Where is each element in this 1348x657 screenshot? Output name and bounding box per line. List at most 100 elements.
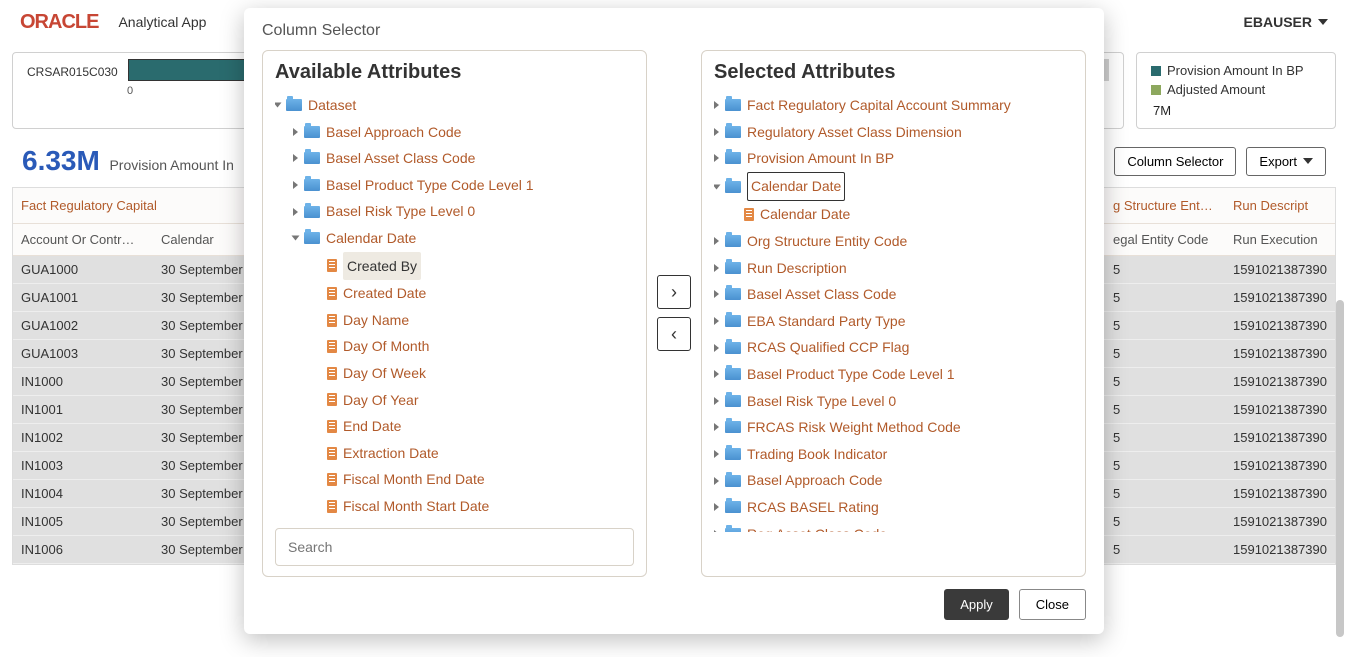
table-cell: IN1003 xyxy=(13,452,153,480)
tree-node[interactable]: EBA Standard Party Type xyxy=(714,308,1073,335)
folder-icon xyxy=(725,528,741,532)
folder-icon xyxy=(725,235,741,247)
table-cell: 1591021387390 xyxy=(1225,256,1335,284)
tree-node[interactable]: FRCAS Risk Weight Method Code xyxy=(714,414,1073,441)
selected-panel: Selected Attributes Fact Regulatory Capi… xyxy=(701,50,1086,577)
move-left-button[interactable]: ‹ xyxy=(657,317,691,351)
tree-node[interactable]: Basel Risk Type Level 0 xyxy=(714,388,1073,415)
table-cell: GUA1002 xyxy=(13,312,153,340)
tree-label: Basel Asset Class Code xyxy=(747,281,896,308)
column-selector-button[interactable]: Column Selector xyxy=(1114,147,1236,176)
tree-label: Basel Risk Type Level 0 xyxy=(326,198,475,225)
tree-node[interactable]: Dataset xyxy=(275,92,634,119)
table-cell: GUA1003 xyxy=(13,340,153,368)
tree-label: Basel Approach Code xyxy=(326,119,461,146)
tree-label: Basel Product Type Code Level 1 xyxy=(747,361,955,388)
close-button[interactable]: Close xyxy=(1019,589,1086,620)
chart-legend: Provision Amount In BP Adjusted Amount 7… xyxy=(1136,52,1336,129)
tree-node[interactable]: Created By xyxy=(275,252,634,281)
table-cell: 5 xyxy=(1105,256,1225,284)
tree-label: Created Date xyxy=(343,280,426,307)
caret-closed-icon xyxy=(714,101,719,109)
bar-row-label: CRSAR015C030 xyxy=(27,65,118,79)
tree-node[interactable]: Basel Approach Code xyxy=(275,119,634,146)
caret-closed-icon xyxy=(714,317,719,325)
table-cell: IN1002 xyxy=(13,424,153,452)
caret-closed-icon xyxy=(714,397,719,405)
table-cell: GUA1000 xyxy=(13,256,153,284)
tree-node[interactable]: Fiscal Month End Date xyxy=(275,466,634,493)
tree-node[interactable]: Run Description xyxy=(714,255,1073,282)
table-cell: 5 xyxy=(1105,396,1225,424)
tree-node[interactable]: Provision Amount In BP xyxy=(714,145,1073,172)
caret-closed-icon xyxy=(293,208,298,216)
tree-node[interactable]: Basel Product Type Code Level 1 xyxy=(275,172,634,199)
caret-closed-icon xyxy=(714,264,719,272)
tree-node[interactable]: Calendar Date xyxy=(714,201,1073,228)
col-header[interactable]: Run Execution xyxy=(1225,224,1335,256)
user-menu[interactable]: EBAUSER xyxy=(1244,14,1328,30)
table-cell: 5 xyxy=(1105,480,1225,508)
tree-node[interactable]: Reg Asset Class Code xyxy=(714,521,1073,533)
folder-icon xyxy=(725,368,741,380)
file-icon xyxy=(327,259,337,272)
tree-label: Fiscal Month Start Date xyxy=(343,493,489,520)
tree-node[interactable]: Basel Approach Code xyxy=(714,467,1073,494)
tree-node[interactable]: Basel Asset Class Code xyxy=(714,281,1073,308)
tree-node[interactable]: Day Of Month xyxy=(275,333,634,360)
col-group-header[interactable]: g Structure Ent… xyxy=(1105,188,1225,224)
caret-open-icon xyxy=(275,103,282,108)
export-button[interactable]: Export xyxy=(1246,147,1326,176)
caret-closed-icon xyxy=(714,154,719,162)
table-cell: 5 xyxy=(1105,452,1225,480)
tree-node[interactable]: Day Of Week xyxy=(275,360,634,387)
col-group-header[interactable]: Run Descript xyxy=(1225,188,1335,224)
tree-node[interactable]: Created Date xyxy=(275,280,634,307)
table-cell: IN1004 xyxy=(13,480,153,508)
tree-label: Calendar Date xyxy=(747,172,845,202)
tree-label: FRCAS Risk Weight Method Code xyxy=(747,414,961,441)
tree-node[interactable]: Basel Risk Type Level 0 xyxy=(275,198,634,225)
tree-label: Run Description xyxy=(747,255,847,282)
tree-node[interactable]: Org Structure Entity Code xyxy=(714,228,1073,255)
table-cell: 1591021387390 xyxy=(1225,536,1335,564)
table-cell: 5 xyxy=(1105,508,1225,536)
tree-node[interactable]: Calendar Date xyxy=(714,172,1073,202)
tree-node[interactable]: Trading Book Indicator xyxy=(714,441,1073,468)
tree-label: Day Of Week xyxy=(343,360,426,387)
col-header[interactable]: egal Entity Code xyxy=(1105,224,1225,256)
table-cell: 1591021387390 xyxy=(1225,368,1335,396)
col-header[interactable]: Account Or Contr… xyxy=(13,224,153,256)
table-cell: 5 xyxy=(1105,424,1225,452)
table-cell: 1591021387390 xyxy=(1225,424,1335,452)
file-icon xyxy=(327,500,337,513)
available-title: Available Attributes xyxy=(275,61,634,84)
tree-label: Trading Book Indicator xyxy=(747,441,887,468)
scrollbar[interactable] xyxy=(1336,300,1344,637)
tree-node[interactable]: Basel Asset Class Code xyxy=(275,145,634,172)
folder-icon xyxy=(725,315,741,327)
table-cell: 1591021387390 xyxy=(1225,452,1335,480)
folder-icon xyxy=(725,262,741,274)
tree-node[interactable]: Calendar Date xyxy=(275,225,634,252)
table-cell: IN1005 xyxy=(13,508,153,536)
tree-node[interactable]: Day Of Year xyxy=(275,387,634,414)
tree-node[interactable]: Basel Product Type Code Level 1 xyxy=(714,361,1073,388)
caret-closed-icon xyxy=(714,503,719,511)
search-input[interactable] xyxy=(275,528,634,566)
tree-node[interactable]: Extraction Date xyxy=(275,440,634,467)
tree-node[interactable]: Regulatory Asset Class Dimension xyxy=(714,119,1073,146)
tree-node[interactable]: Day Name xyxy=(275,307,634,334)
tree-node[interactable]: RCAS BASEL Rating xyxy=(714,494,1073,521)
tree-node[interactable]: End Date xyxy=(275,413,634,440)
move-right-button[interactable]: › xyxy=(657,275,691,309)
table-cell: 1591021387390 xyxy=(1225,396,1335,424)
tree-node[interactable]: RCAS Qualified CCP Flag xyxy=(714,334,1073,361)
table-cell: 1591021387390 xyxy=(1225,284,1335,312)
tree-node[interactable]: Fact Regulatory Capital Account Summary xyxy=(714,92,1073,119)
apply-button[interactable]: Apply xyxy=(944,589,1009,620)
tree-label: Basel Product Type Code Level 1 xyxy=(326,172,534,199)
summary-value: 6.33M xyxy=(22,145,100,176)
caret-down-icon xyxy=(1303,158,1313,164)
tree-node[interactable]: Fiscal Month Start Date xyxy=(275,493,634,520)
